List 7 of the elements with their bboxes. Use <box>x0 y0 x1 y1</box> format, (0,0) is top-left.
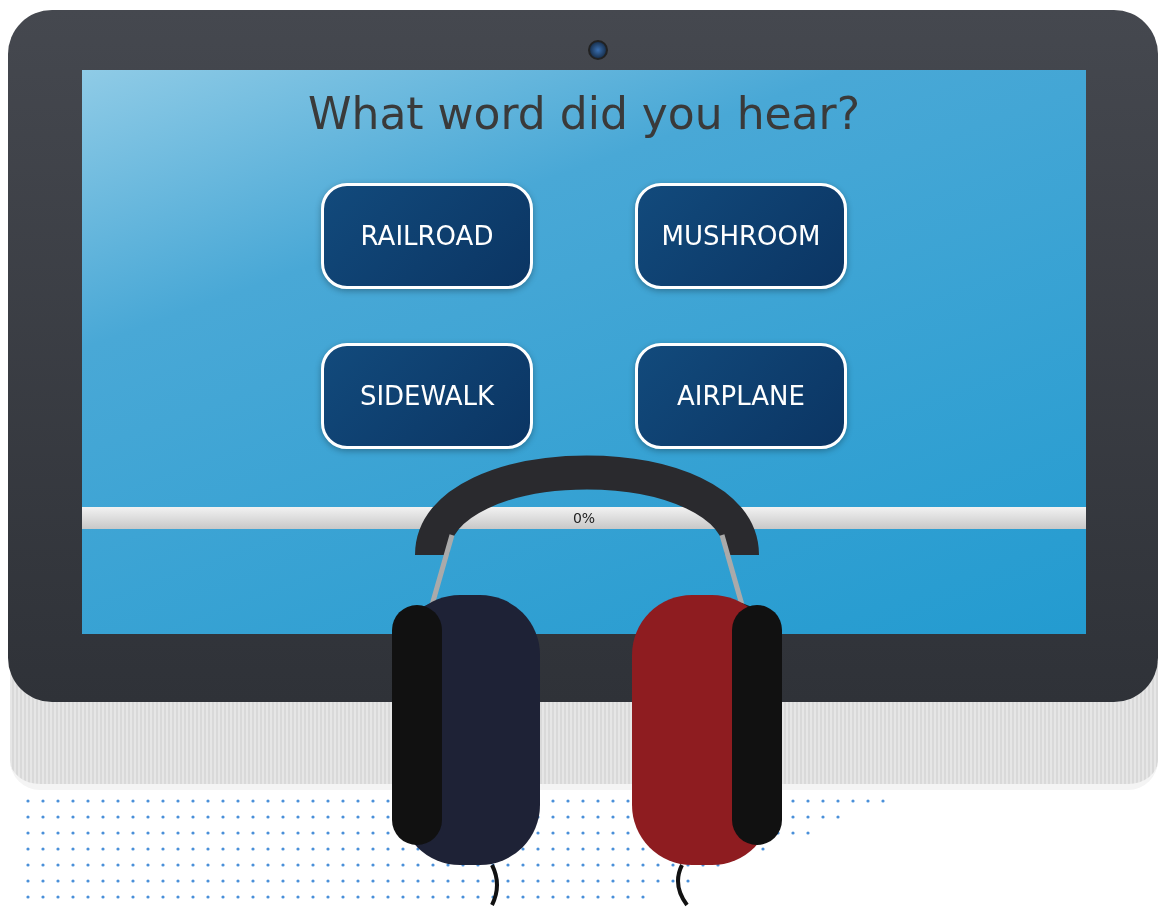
answer-button[interactable]: RAILROAD <box>321 183 533 289</box>
answer-button[interactable]: SIDEWALK <box>321 343 533 449</box>
camera-icon <box>588 40 608 60</box>
answer-button[interactable]: AIRPLANE <box>635 343 847 449</box>
answer-button[interactable]: MUSHROOM <box>635 183 847 289</box>
question-title: What word did you hear? <box>308 88 860 139</box>
progress-reading: 0% <box>572 510 596 526</box>
